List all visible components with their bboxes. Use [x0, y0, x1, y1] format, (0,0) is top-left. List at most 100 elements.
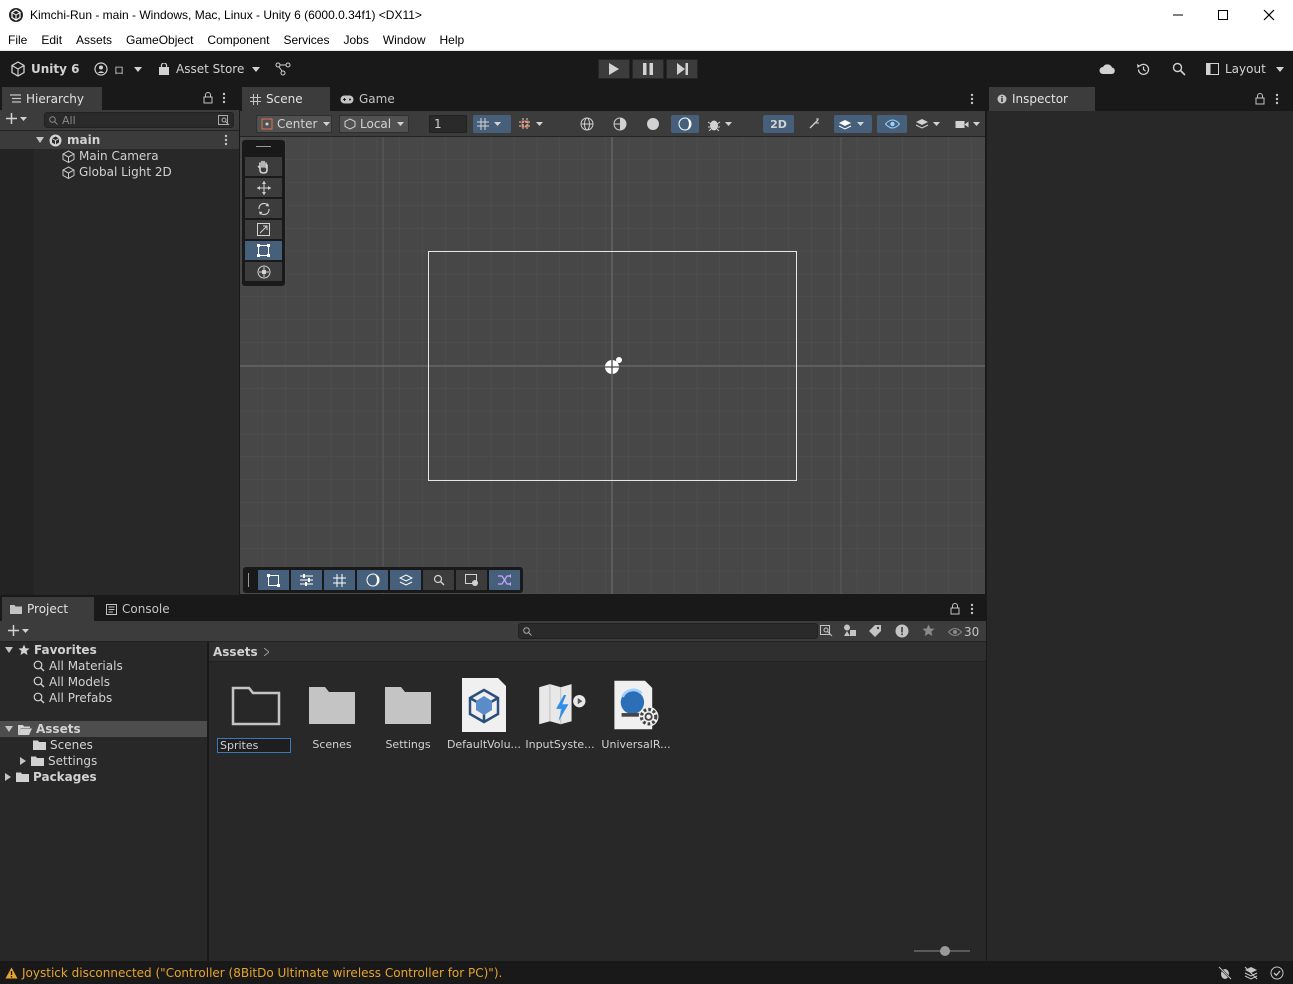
shaded-wireframe-button[interactable] — [606, 115, 634, 133]
status-message[interactable]: Joystick disconnected ("Controller (8Bit… — [22, 966, 502, 980]
asset-folder-settings[interactable]: Settings — [370, 676, 446, 751]
minimize-button[interactable] — [1155, 0, 1201, 30]
light-gizmo-icon[interactable] — [602, 355, 624, 377]
hierarchy-item-global-light-2d[interactable]: Global Light 2D — [62, 164, 172, 180]
pause-button[interactable] — [632, 59, 664, 79]
asset-folder-scenes[interactable]: Scenes — [294, 676, 370, 751]
shuffle-button[interactable] — [489, 570, 520, 590]
menu-help[interactable]: Help — [433, 33, 472, 47]
rect-tool-button[interactable] — [245, 241, 282, 260]
search-button[interactable] — [1172, 59, 1186, 79]
undo-history-button[interactable] — [1136, 59, 1151, 79]
scene-kebab-menu-icon[interactable] — [224, 134, 228, 146]
tree-folder-settings[interactable]: Settings — [20, 753, 97, 769]
asset-universal-render-pipeline[interactable]: UniversalR... — [598, 676, 674, 751]
cloud-button[interactable] — [1099, 59, 1116, 79]
asset-rename-field[interactable]: Sprites — [217, 738, 291, 753]
tree-folder-scenes[interactable]: Scenes — [33, 737, 93, 753]
menu-component[interactable]: Component — [200, 33, 276, 47]
panel-divider[interactable] — [239, 87, 240, 595]
panel-divider[interactable] — [0, 595, 986, 597]
2d-mode-toggle[interactable]: 2D — [763, 115, 794, 133]
filter-by-label-icon[interactable] — [869, 624, 882, 637]
kebab-menu-icon[interactable] — [1275, 93, 1279, 105]
debug-draw-mode-dropdown[interactable] — [704, 115, 742, 133]
create-dropdown[interactable] — [6, 113, 27, 124]
filter-by-type-icon[interactable] — [843, 624, 857, 637]
cache-server-icon[interactable] — [1244, 966, 1258, 980]
menu-window[interactable]: Window — [376, 33, 433, 47]
log-type-icon[interactable] — [895, 624, 909, 638]
check-circle-icon[interactable] — [1270, 966, 1284, 980]
lock-icon[interactable] — [950, 603, 960, 615]
tab-scene[interactable]: Scene — [242, 87, 330, 111]
scene-lighting-toggle[interactable] — [800, 115, 828, 133]
maximize-button[interactable] — [1200, 0, 1246, 30]
close-button[interactable] — [1246, 0, 1292, 30]
project-search-input[interactable] — [518, 623, 818, 639]
tilemap-grid-button[interactable] — [324, 570, 355, 590]
scene-fx-dropdown[interactable] — [834, 115, 872, 133]
favorite-all-materials[interactable]: All Materials — [33, 658, 123, 674]
kebab-menu-icon[interactable] — [970, 603, 974, 615]
snap-increment-field[interactable]: 1 — [429, 115, 467, 133]
pivot-mode-dropdown[interactable]: Center — [256, 115, 332, 133]
icon-size-slider-thumb[interactable] — [940, 946, 950, 956]
tree-favorites[interactable]: Favorites — [5, 642, 97, 658]
tree-packages[interactable]: Packages — [5, 769, 97, 785]
account-dropdown[interactable]: ロ — [94, 59, 142, 79]
debug-off-icon[interactable] — [1218, 966, 1232, 980]
overlay-drag-handle[interactable] — [256, 146, 271, 147]
asset-default-volume-profile[interactable]: DefaultVolu... — [446, 676, 522, 751]
hierarchy-item-main-camera[interactable]: Main Camera — [62, 148, 159, 164]
unlit-shading-button[interactable] — [671, 115, 699, 133]
incremental-snap-toggle[interactable] — [515, 115, 551, 133]
tab-hierarchy[interactable]: Hierarchy — [2, 87, 102, 110]
search-by-type-icon[interactable] — [820, 624, 833, 637]
transform-tool-button[interactable] — [245, 262, 282, 281]
tab-project[interactable]: Project — [2, 597, 94, 621]
menu-services[interactable]: Services — [276, 33, 336, 47]
menu-file[interactable]: File — [0, 33, 34, 47]
step-button[interactable] — [666, 59, 698, 79]
scene-visibility-toggle[interactable] — [877, 115, 907, 133]
scene-item-main[interactable]: main — [36, 132, 100, 148]
visible-count[interactable]: 30 — [948, 625, 979, 639]
version-control-button[interactable] — [275, 59, 291, 79]
unity-version-button[interactable]: Unity 6 — [10, 59, 80, 79]
pivot-rotation-dropdown[interactable]: Local — [339, 115, 409, 133]
layout-dropdown[interactable]: Layout — [1206, 59, 1284, 79]
scene-viewport[interactable] — [240, 137, 985, 594]
scene-camera-dropdown[interactable] — [952, 115, 984, 133]
lock-icon[interactable] — [203, 92, 213, 104]
search-by-type-icon[interactable] — [218, 114, 230, 126]
hierarchy-search-input[interactable]: All — [44, 112, 234, 128]
favorite-all-models[interactable]: All Models — [33, 674, 110, 690]
lock-icon[interactable] — [1255, 93, 1265, 105]
menu-edit[interactable]: Edit — [34, 33, 69, 47]
asset-folder-sprites[interactable] — [218, 676, 294, 734]
rect-overlay-button[interactable] — [258, 570, 289, 590]
kebab-menu-icon[interactable] — [222, 92, 226, 104]
move-tool-button[interactable] — [245, 178, 282, 197]
scale-tool-button[interactable] — [245, 220, 282, 239]
create-dropdown[interactable] — [8, 625, 29, 636]
favorite-all-prefabs[interactable]: All Prefabs — [33, 690, 112, 706]
star-icon[interactable] — [922, 624, 935, 637]
wireframe-shading-button[interactable] — [573, 115, 601, 133]
sorting-layer-button[interactable] — [390, 570, 421, 590]
camera-preview-button[interactable] — [456, 570, 487, 590]
kebab-menu-icon[interactable] — [970, 93, 974, 105]
grid-snapping-toggle[interactable] — [473, 115, 511, 133]
tab-game[interactable]: Game — [332, 87, 402, 111]
rotate-tool-button[interactable] — [245, 199, 282, 218]
tree-assets[interactable]: Assets — [5, 721, 81, 737]
play-button[interactable] — [598, 59, 630, 79]
asset-store-dropdown[interactable]: Asset Store — [158, 59, 261, 79]
layers-dropdown[interactable] — [912, 115, 946, 133]
menu-assets[interactable]: Assets — [69, 33, 119, 47]
sprite-settings-button[interactable] — [291, 570, 322, 590]
view-tool-button[interactable] — [245, 157, 282, 176]
lighting-overlay-button[interactable] — [357, 570, 388, 590]
search-overlay-button[interactable] — [423, 570, 454, 590]
